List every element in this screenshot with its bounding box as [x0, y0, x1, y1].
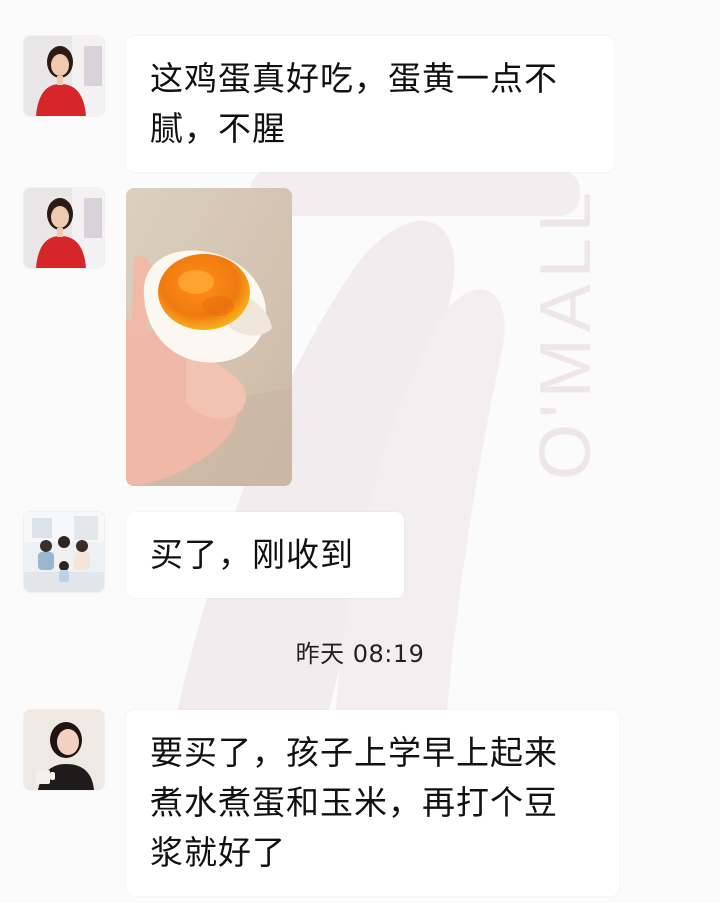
timestamp: 昨天 08:19: [295, 640, 425, 668]
message-row: [24, 188, 292, 486]
message-bubble[interactable]: 买了，刚收到: [126, 512, 404, 598]
message-row: 要买了，孩子上学早上起来 煮水煮蛋和玉米，再打个豆 浆就好了: [24, 710, 619, 896]
avatar[interactable]: [24, 512, 104, 592]
avatar[interactable]: [24, 188, 104, 268]
avatar[interactable]: [24, 36, 104, 116]
message-bubble[interactable]: 这鸡蛋真好吃，蛋黄一点不 腻，不腥: [126, 36, 614, 172]
chat-thread: 这鸡蛋真好吃，蛋黄一点不 腻，不腥 买了，刚收到 昨天 08:19 要买了，孩子…: [0, 0, 720, 903]
avatar[interactable]: [24, 710, 104, 790]
message-row: 这鸡蛋真好吃，蛋黄一点不 腻，不腥: [24, 36, 614, 172]
egg-photo[interactable]: [126, 188, 292, 486]
message-row: 买了，刚收到: [24, 512, 404, 598]
message-bubble[interactable]: 要买了，孩子上学早上起来 煮水煮蛋和玉米，再打个豆 浆就好了: [126, 710, 619, 896]
